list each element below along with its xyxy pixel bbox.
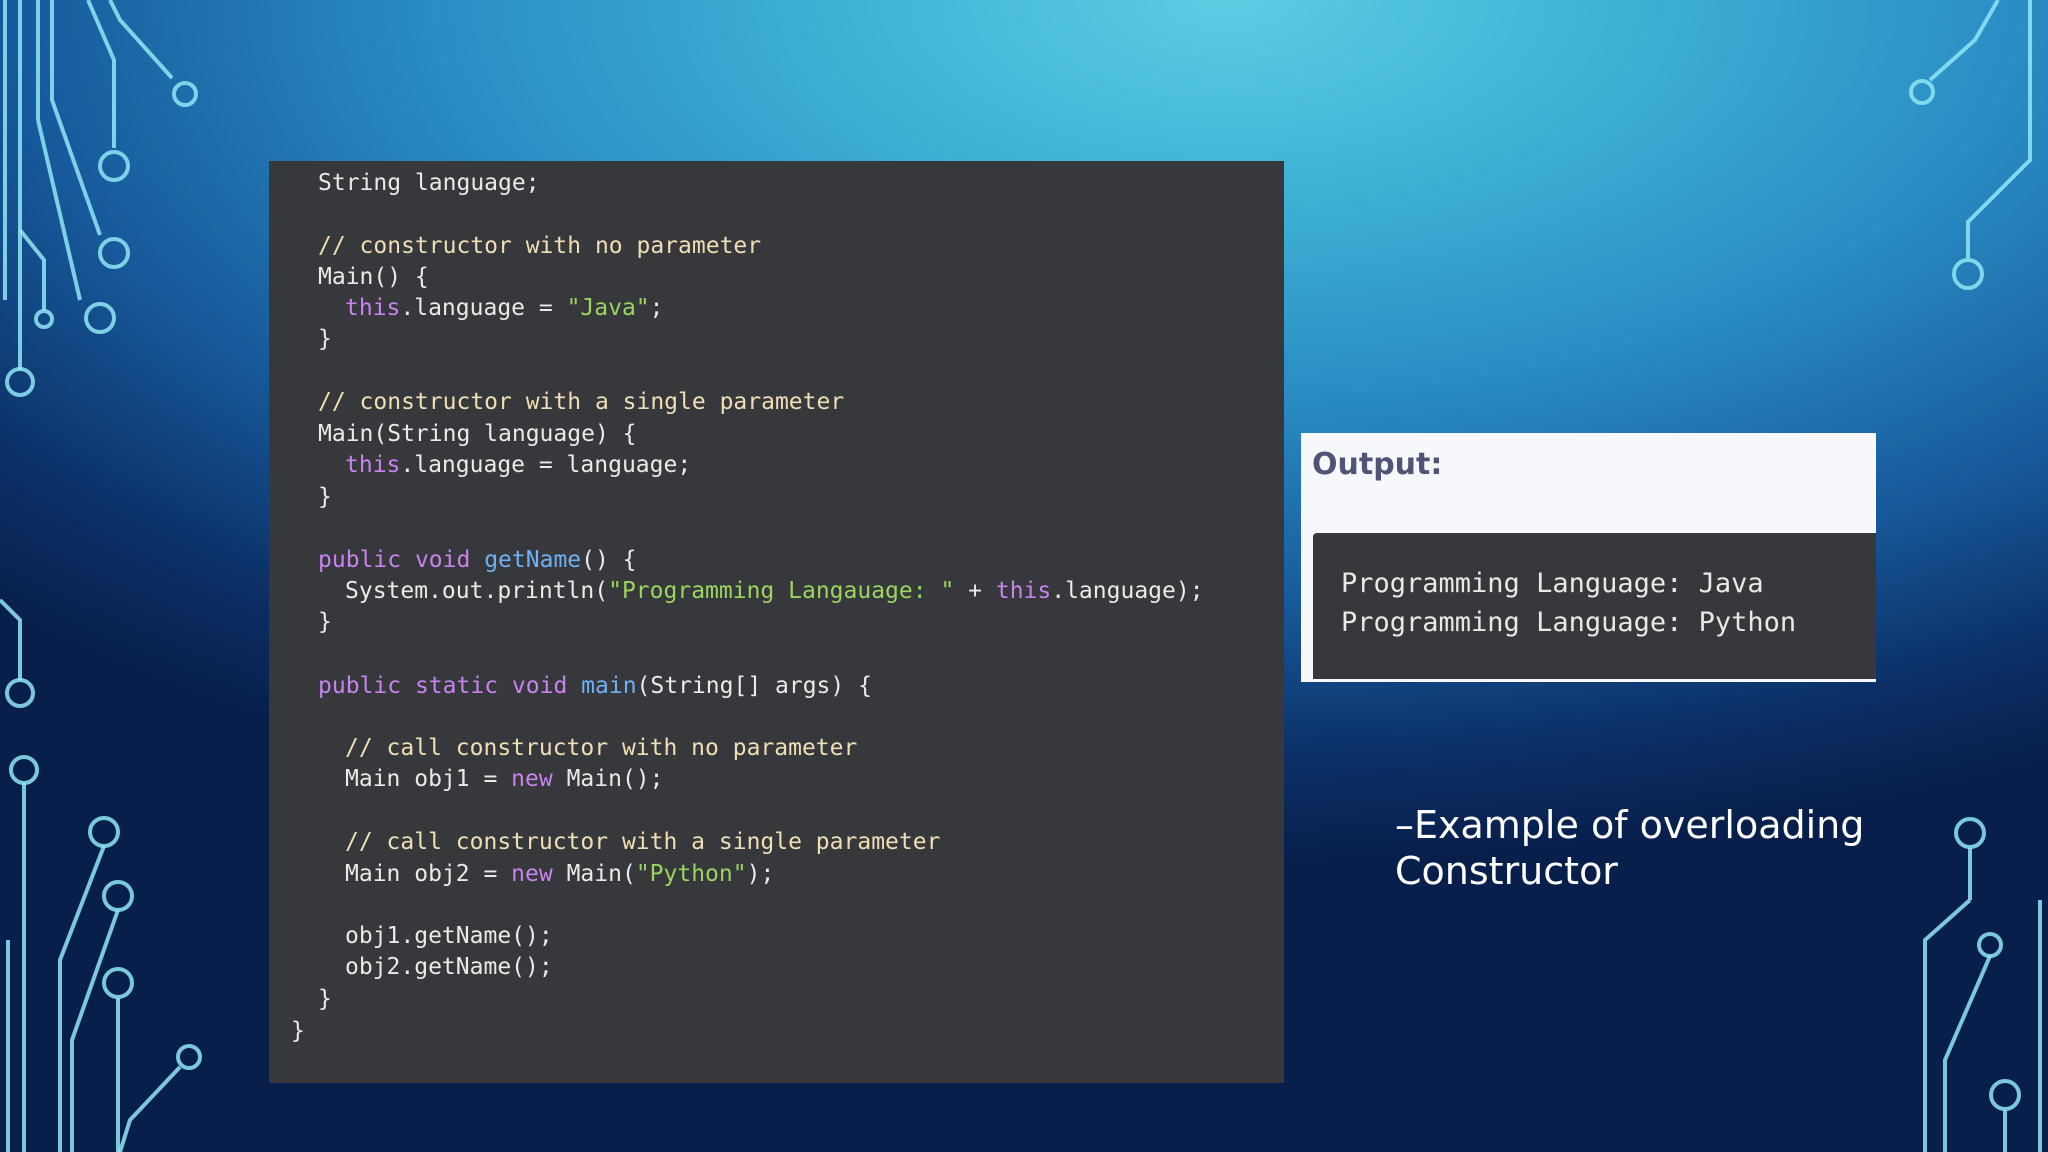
code-keyword: this xyxy=(995,578,1052,604)
code-comment: // constructor with no parameter xyxy=(318,233,762,259)
code-keyword: static xyxy=(414,673,499,699)
code-text: } xyxy=(291,1018,305,1044)
code-keyword: void xyxy=(414,547,471,573)
code-line: Main obj2 = new Main("Python"); xyxy=(345,859,774,889)
code-text: ; xyxy=(649,295,664,321)
code-text: } xyxy=(318,986,332,1012)
code-text: .language = language; xyxy=(400,452,692,478)
code-line: } xyxy=(318,482,332,512)
code-text: obj2.getName(); xyxy=(345,954,553,980)
code-string: "Java" xyxy=(566,295,650,321)
code-text: } xyxy=(318,609,332,635)
code-comment: // call constructor with a single parame… xyxy=(345,829,941,855)
output-console: Programming Language: Java Programming L… xyxy=(1313,533,1876,679)
code-line: Main() { xyxy=(318,262,429,292)
code-text: } xyxy=(318,326,332,352)
code-function: main xyxy=(581,673,637,699)
code-text: obj1.getName(); xyxy=(345,923,553,949)
code-keyword: void xyxy=(511,673,568,699)
code-text: Main() { xyxy=(318,264,429,290)
code-line: } xyxy=(318,324,332,354)
code-text: Main( xyxy=(552,861,636,887)
code-line: this.language = "Java"; xyxy=(345,293,664,323)
code-line: String language; xyxy=(318,168,540,198)
slide-caption: –Example of overloading Constructor xyxy=(1395,802,1995,894)
code-line: } xyxy=(318,984,332,1014)
code-line: // constructor with no parameter xyxy=(318,231,761,261)
code-text: () { xyxy=(581,547,637,573)
output-line: Programming Language: Python xyxy=(1341,607,1797,638)
code-keyword: new xyxy=(511,861,553,887)
code-function: getName xyxy=(484,547,582,573)
code-line: System.out.println("Programming Langauag… xyxy=(345,576,1204,606)
code-line: // constructor with a single parameter xyxy=(318,387,844,417)
code-text: .language = xyxy=(400,295,567,321)
code-comment: // call constructor with no parameter xyxy=(345,735,858,761)
code-line: public static void main(String[] args) { xyxy=(318,671,872,701)
code-keyword: new xyxy=(511,766,553,792)
code-string: "Python" xyxy=(635,861,747,887)
code-text: (String[] args) { xyxy=(636,673,872,699)
code-text: + xyxy=(954,578,996,604)
code-line: } xyxy=(291,1016,305,1046)
code-text: ); xyxy=(746,861,775,887)
caption-line: Constructor xyxy=(1395,849,1618,893)
output-panel: Output: Programming Language: Java Progr… xyxy=(1301,433,1876,682)
code-keyword: public xyxy=(318,547,402,573)
code-text: Main(); xyxy=(552,766,664,792)
code-line: // call constructor with no parameter xyxy=(345,733,857,763)
code-line: // call constructor with a single parame… xyxy=(345,827,940,857)
code-comment: // constructor with a single parameter xyxy=(318,389,845,415)
code-text: System.out.println( xyxy=(345,578,609,604)
code-text: Main obj2 = xyxy=(345,861,512,887)
output-line: Programming Language: Java xyxy=(1341,568,1764,599)
code-line: } xyxy=(318,607,332,637)
code-panel: String language; // constructor with no … xyxy=(269,161,1284,1083)
caption-line: –Example of overloading xyxy=(1395,803,1865,847)
code-text: Main(String language) { xyxy=(318,421,637,447)
code-line: obj1.getName(); xyxy=(345,921,553,951)
code-line: Main obj1 = new Main(); xyxy=(345,764,664,794)
output-title: Output: xyxy=(1312,447,1443,482)
code-keyword: public xyxy=(318,673,402,699)
code-line: public void getName() { xyxy=(318,545,637,575)
code-text: String language; xyxy=(318,170,540,196)
code-line: this.language = language; xyxy=(345,450,691,480)
code-line: Main(String language) { xyxy=(318,419,637,449)
code-line: obj2.getName(); xyxy=(345,952,553,982)
code-keyword: this xyxy=(345,452,401,478)
code-text: } xyxy=(318,484,332,510)
code-keyword: this xyxy=(345,295,401,321)
code-string: "Programming Langauage: " xyxy=(608,578,955,604)
code-text: .language); xyxy=(1051,578,1204,604)
code-text: Main obj1 = xyxy=(345,766,512,792)
